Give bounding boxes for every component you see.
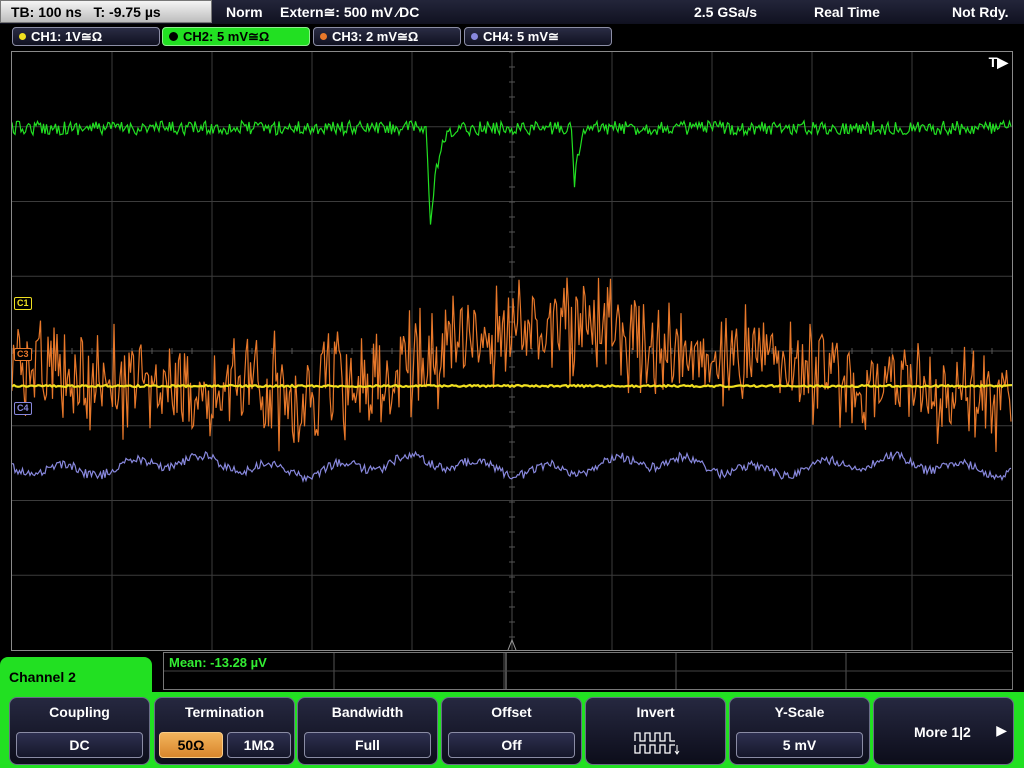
- sample-rate: 2.5 GSa/s: [694, 4, 758, 20]
- tab-ch1[interactable]: CH1: 1V≅Ω: [12, 27, 160, 46]
- yscale-title: Y-Scale: [774, 704, 825, 720]
- tab-ch2-label: CH2: 5 mV≅Ω: [183, 28, 270, 44]
- ch3-dot-icon: [320, 33, 327, 40]
- more-arrow-icon: ▶: [996, 722, 1007, 738]
- tab-ch2[interactable]: CH2: 5 mV≅Ω: [162, 27, 310, 46]
- waveform-canvas: [12, 52, 1012, 650]
- more-label: More 1|2: [914, 724, 971, 740]
- invert-waveform-icon: [634, 732, 680, 755]
- more-softkey[interactable]: More 1|2 ▶: [873, 697, 1014, 765]
- softkey-bar: Coupling DC Termination 50Ω 1MΩ Bandwidt…: [0, 692, 1024, 768]
- bandwidth-title: Bandwidth: [331, 704, 404, 720]
- tab-ch1-label: CH1: 1V≅Ω: [31, 28, 103, 44]
- ch3-level-marker[interactable]: C3: [14, 348, 32, 361]
- tab-ch3-label: CH3: 2 mV≅Ω: [332, 28, 419, 44]
- ch2-dot-icon: [169, 32, 178, 41]
- termination-1m-ohm[interactable]: 1MΩ: [227, 732, 291, 758]
- tab-ch4[interactable]: CH4: 5 mV≅: [464, 27, 612, 46]
- trigger-mode[interactable]: Norm: [226, 4, 263, 20]
- ch1-level-marker[interactable]: C1: [14, 297, 32, 310]
- ch4-level-marker[interactable]: C4: [14, 402, 32, 415]
- trigger-marker-icon: T▶: [988, 54, 1008, 70]
- invert-title: Invert: [636, 704, 675, 720]
- termination-50-ohm[interactable]: 50Ω: [159, 732, 223, 758]
- tab-ch4-label: CH4: 5 mV≅: [483, 28, 559, 44]
- yscale-value[interactable]: 5 mV: [736, 732, 863, 758]
- ch1-dot-icon: [19, 33, 26, 40]
- acquisition-mode[interactable]: Real Time: [814, 4, 880, 20]
- ch4-dot-icon: [471, 33, 478, 40]
- channel-panel-tab[interactable]: Channel 2: [0, 657, 152, 697]
- waveform-display[interactable]: T▶ C1 C3 C4: [11, 51, 1013, 651]
- termination-softkey[interactable]: Termination 50Ω 1MΩ: [154, 697, 295, 765]
- measurement-bar: Mean: -13.28 µV: [163, 652, 1013, 690]
- bandwidth-value[interactable]: Full: [304, 732, 431, 758]
- offset-value[interactable]: Off: [448, 732, 575, 758]
- offset-softkey[interactable]: Offset Off: [441, 697, 582, 765]
- timebase-box[interactable]: TB: 100 ns T: -9.75 µs: [0, 0, 212, 23]
- timebase-label: TB: 100 ns: [11, 3, 82, 20]
- coupling-softkey[interactable]: Coupling DC: [9, 697, 150, 765]
- trigger-source[interactable]: Extern≅: 500 mV ⁄DC: [280, 4, 419, 21]
- bandwidth-softkey[interactable]: Bandwidth Full: [297, 697, 438, 765]
- channel-panel-title: Channel 2: [9, 669, 76, 685]
- channel-tabs: CH1: 1V≅Ω CH2: 5 mV≅Ω CH3: 2 mV≅Ω CH4: 5…: [0, 25, 1024, 47]
- acquisition-status: Not Rdy.: [952, 4, 1009, 20]
- coupling-title: Coupling: [49, 704, 110, 720]
- tab-ch3[interactable]: CH3: 2 mV≅Ω: [313, 27, 461, 46]
- yscale-softkey[interactable]: Y-Scale 5 mV: [729, 697, 870, 765]
- offset-title: Offset: [491, 704, 532, 720]
- measurement-grid: [164, 653, 1012, 689]
- graticule: [12, 52, 1012, 650]
- termination-title: Termination: [184, 704, 265, 720]
- invert-softkey[interactable]: Invert: [585, 697, 726, 765]
- trigger-time-label: T: -9.75 µs: [93, 3, 161, 20]
- coupling-value[interactable]: DC: [16, 732, 143, 758]
- status-bar: TB: 100 ns T: -9.75 µs Norm Extern≅: 500…: [0, 0, 1024, 24]
